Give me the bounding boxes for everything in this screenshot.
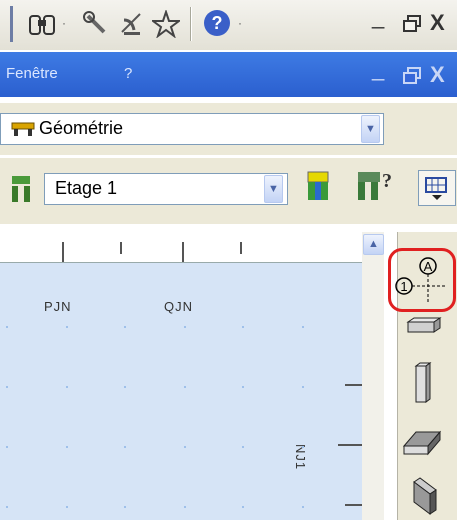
grid-dot — [242, 326, 244, 328]
level-help-icon[interactable] — [356, 170, 382, 204]
grid-dot — [124, 326, 126, 328]
grid-dot — [302, 386, 304, 388]
object-palette: A 1 — [388, 232, 457, 520]
grid-dot — [242, 386, 244, 388]
level-help-mark: ? — [382, 170, 392, 192]
grid-dot — [184, 506, 186, 508]
doc-minimize-button[interactable]: _ — [372, 56, 384, 82]
palette-scrollbar[interactable]: ▲ — [362, 232, 384, 520]
help-icon[interactable]: ? — [204, 10, 230, 36]
geometry-icon — [11, 122, 35, 136]
grid-dot — [6, 446, 8, 448]
chevron-down-icon[interactable]: ▼ — [264, 175, 283, 203]
doc-restore-icon[interactable] — [402, 66, 422, 86]
grid-line-tick — [62, 242, 64, 262]
grid-line-tick — [338, 444, 363, 446]
grid-dot — [242, 506, 244, 508]
structure-icon[interactable] — [10, 174, 32, 204]
level-toolbar: Etage 1 ▼ ? — [0, 158, 457, 224]
grid-line-tick — [345, 384, 363, 386]
grid-label-column: QJN — [164, 299, 193, 314]
grid-dot — [124, 506, 126, 508]
menu-bar: Fenêtre ? _ X — [0, 52, 457, 97]
grid-dot — [242, 446, 244, 448]
minimize-button[interactable]: _ — [372, 4, 384, 30]
grid-label-row: NJ1 — [293, 444, 308, 471]
menu-item-window[interactable]: Fenêtre — [6, 65, 58, 82]
close-button[interactable]: X — [430, 10, 445, 36]
level-building-icon[interactable] — [304, 170, 332, 204]
grid-dot — [184, 326, 186, 328]
wall-tool-icon[interactable] — [412, 476, 438, 516]
grid-dot — [302, 506, 304, 508]
grid-line-tick — [240, 242, 242, 254]
chevron-down-icon[interactable]: ▼ — [361, 115, 380, 143]
beam-tool-icon[interactable] — [406, 316, 442, 338]
menu-item-help[interactable]: ? — [124, 65, 132, 82]
grid-line-tick — [120, 242, 122, 254]
binoculars-dropdown-icon[interactable]: · — [62, 16, 66, 30]
grid-dot — [66, 446, 68, 448]
restore-icon[interactable] — [402, 14, 422, 34]
grid-dot — [66, 386, 68, 388]
grid-dot — [66, 326, 68, 328]
grid-dot — [6, 506, 8, 508]
grid-settings-button[interactable] — [418, 170, 456, 206]
main-toolbar: · ? · _ X — [0, 0, 457, 50]
grid-ruler — [0, 232, 372, 263]
grid-dot — [184, 386, 186, 388]
axis-letter-label: A — [424, 259, 433, 274]
grid-settings-icon — [425, 177, 447, 200]
toolbar-separator — [190, 7, 192, 41]
grid-dot — [302, 446, 304, 448]
grid-label-column: PJN — [44, 299, 72, 314]
doc-close-button[interactable]: X — [430, 62, 445, 88]
geometry-combo[interactable]: Géométrie ▼ — [0, 113, 384, 145]
satellite-dish-icon[interactable] — [118, 10, 146, 38]
star-icon[interactable] — [152, 10, 180, 38]
axis-grid-tool-icon[interactable]: A 1 — [392, 252, 448, 304]
grid-dot — [66, 506, 68, 508]
slab-tool-icon[interactable] — [402, 428, 442, 458]
geometry-toolbar: Géométrie ▼ — [0, 103, 457, 155]
binoculars-icon[interactable] — [28, 12, 58, 38]
level-combo[interactable]: Etage 1 ▼ — [44, 173, 288, 205]
scroll-up-button[interactable]: ▲ — [363, 234, 384, 255]
grid-dot — [184, 446, 186, 448]
grid-dot — [302, 326, 304, 328]
column-tool-icon[interactable] — [414, 362, 434, 404]
grid-dot — [124, 386, 126, 388]
wrench-icon[interactable] — [82, 10, 110, 38]
grid-dot — [6, 386, 8, 388]
help-dropdown-icon[interactable]: · — [238, 16, 242, 30]
level-combo-value: Etage 1 — [55, 178, 118, 198]
grid-line-tick — [182, 242, 184, 262]
toolbar-grip[interactable] — [10, 6, 13, 42]
axis-number-label: 1 — [400, 279, 407, 294]
grid-dot — [6, 326, 8, 328]
grid-line-tick — [345, 504, 363, 506]
geometry-combo-value: Géométrie — [39, 118, 124, 138]
grid-dot — [124, 446, 126, 448]
drawing-canvas[interactable] — [0, 232, 372, 520]
